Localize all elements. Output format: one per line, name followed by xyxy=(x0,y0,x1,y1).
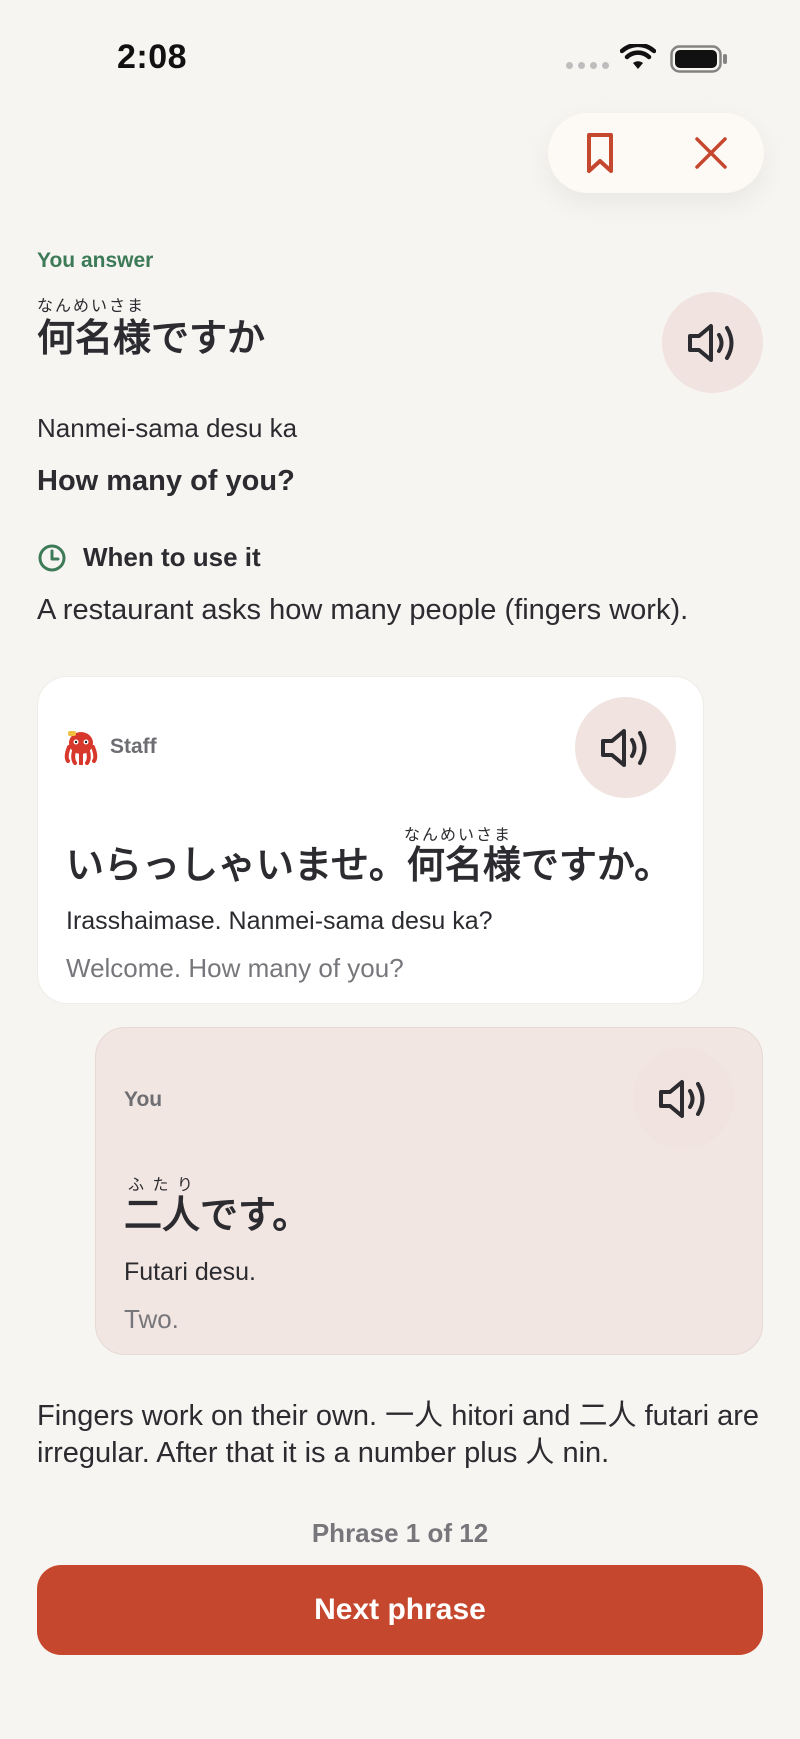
phrase-block: なんめいさま 何名様ですか xyxy=(37,298,265,360)
phrase-audio-button[interactable] xyxy=(662,292,763,393)
staff-japanese-question: 何名様ですか。 xyxy=(406,843,673,887)
battery-icon xyxy=(670,45,727,73)
staff-romaji: Irasshaimase. Nanmei-sama desu ka? xyxy=(66,907,493,935)
you-romaji: Futari desu. xyxy=(124,1258,257,1286)
status-bar: 2:08 xyxy=(0,0,800,110)
close-icon xyxy=(695,137,727,169)
you-answer-label: You answer xyxy=(37,249,154,272)
you-speaker: You xyxy=(124,1088,162,1112)
you-english: Two. xyxy=(124,1304,179,1334)
speaker-icon xyxy=(687,323,733,362)
phrase-romaji: Nanmei-sama desu ka xyxy=(37,413,298,443)
octopus-mascot-icon xyxy=(64,731,98,765)
staff-furigana: なんめいさま xyxy=(404,827,513,844)
you-audio-button[interactable] xyxy=(633,1048,734,1149)
you-speaker-name: You xyxy=(124,1088,163,1111)
phrase-furigana: なんめいさま xyxy=(37,298,146,315)
staff-speaker: Staff xyxy=(62,729,157,765)
close-button[interactable] xyxy=(681,123,741,183)
speaker-icon xyxy=(600,728,646,767)
when-to-use-description: A restaurant asks how many people (finge… xyxy=(37,594,689,626)
signal-dots-icon xyxy=(566,62,609,69)
wifi-icon xyxy=(620,44,656,69)
staff-speaker-name: Staff xyxy=(110,735,157,758)
next-phrase-button[interactable]: Next phrase xyxy=(37,1565,763,1655)
usage-note: Fingers work on their own. 一人 hitori and… xyxy=(37,1400,760,1469)
staff-japanese: いらっしゃいませ。何名様ですか。 xyxy=(66,843,672,887)
you-japanese: 二人です。 xyxy=(124,1193,311,1237)
when-to-use-header: When to use it xyxy=(37,542,261,573)
top-action-bar xyxy=(548,113,764,193)
clock-icon xyxy=(38,544,66,571)
staff-english: Welcome. How many of you? xyxy=(66,953,404,983)
speaker-icon xyxy=(658,1079,704,1118)
you-dialogue-card: You ふ た り 二人です。 Futari desu. Two. xyxy=(95,1027,763,1355)
phrase-english: How many of you? xyxy=(37,465,295,497)
when-to-use-label: When to use it xyxy=(83,542,261,572)
phrase-progress: Phrase 1 of 12 xyxy=(311,1518,489,1548)
bookmark-button[interactable] xyxy=(570,123,630,183)
you-furigana: ふ た り xyxy=(128,1177,195,1194)
staff-audio-button[interactable] xyxy=(575,697,676,798)
staff-japanese-greeting: いらっしゃいませ。 xyxy=(66,843,407,887)
phrase-japanese: 何名様ですか xyxy=(37,316,266,360)
status-time: 2:08 xyxy=(117,38,188,76)
bookmark-icon xyxy=(587,133,613,173)
staff-dialogue-card: Staff なんめいさま いらっしゃいませ。何名様ですか。 Irasshaima… xyxy=(37,676,704,1004)
